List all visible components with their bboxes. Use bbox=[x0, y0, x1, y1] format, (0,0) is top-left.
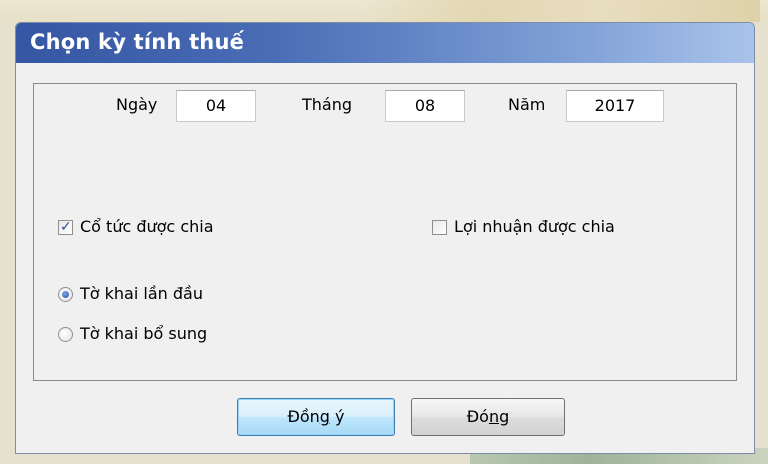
year-label: Năm bbox=[508, 95, 546, 114]
dividends-label[interactable]: Cổ tức được chia bbox=[80, 217, 214, 236]
day-label: Ngày bbox=[116, 95, 158, 114]
ok-button-label-start: Đồn bbox=[287, 407, 320, 426]
profit-label[interactable]: Lợi nhuận được chia bbox=[454, 217, 615, 236]
dialog-title: Chọn kỳ tính thuế bbox=[30, 30, 245, 54]
close-button[interactable]: Đóng bbox=[411, 398, 565, 436]
close-button-mnemonic: n bbox=[488, 407, 500, 426]
desktop-background-decoration bbox=[360, 0, 760, 22]
supplement-declaration-label[interactable]: Tờ khai bổ sung bbox=[80, 324, 207, 343]
close-button-label-start: Đó bbox=[466, 407, 489, 426]
checkmark-icon: ✓ bbox=[60, 219, 72, 235]
dividends-checkbox[interactable]: ✓ bbox=[58, 219, 73, 235]
close-button-label-end: g bbox=[499, 407, 510, 426]
month-field[interactable]: 08 bbox=[385, 90, 465, 122]
tax-period-dialog: Chọn kỳ tính thuế Ngày 04 Tháng 08 Năm 2… bbox=[15, 22, 755, 454]
ok-button[interactable]: Đồng ý bbox=[237, 398, 395, 436]
day-field[interactable]: 04 bbox=[176, 90, 256, 122]
profit-checkbox[interactable] bbox=[432, 220, 447, 235]
first-declaration-label[interactable]: Tờ khai lần đầu bbox=[80, 284, 203, 303]
radio-selected-dot bbox=[62, 291, 69, 298]
month-label: Tháng bbox=[302, 95, 353, 114]
dialog-titlebar[interactable]: Chọn kỳ tính thuế bbox=[16, 23, 754, 63]
supplement-declaration-radio[interactable] bbox=[58, 327, 73, 342]
first-declaration-radio[interactable] bbox=[58, 287, 73, 302]
ok-button-mnemonic: g bbox=[319, 407, 330, 426]
year-field[interactable]: 2017 bbox=[566, 90, 664, 122]
options-group-box: Ngày 04 Tháng 08 Năm 2017 ✓ Cổ tức được … bbox=[33, 83, 737, 381]
ok-button-label-end: ý bbox=[329, 407, 345, 426]
